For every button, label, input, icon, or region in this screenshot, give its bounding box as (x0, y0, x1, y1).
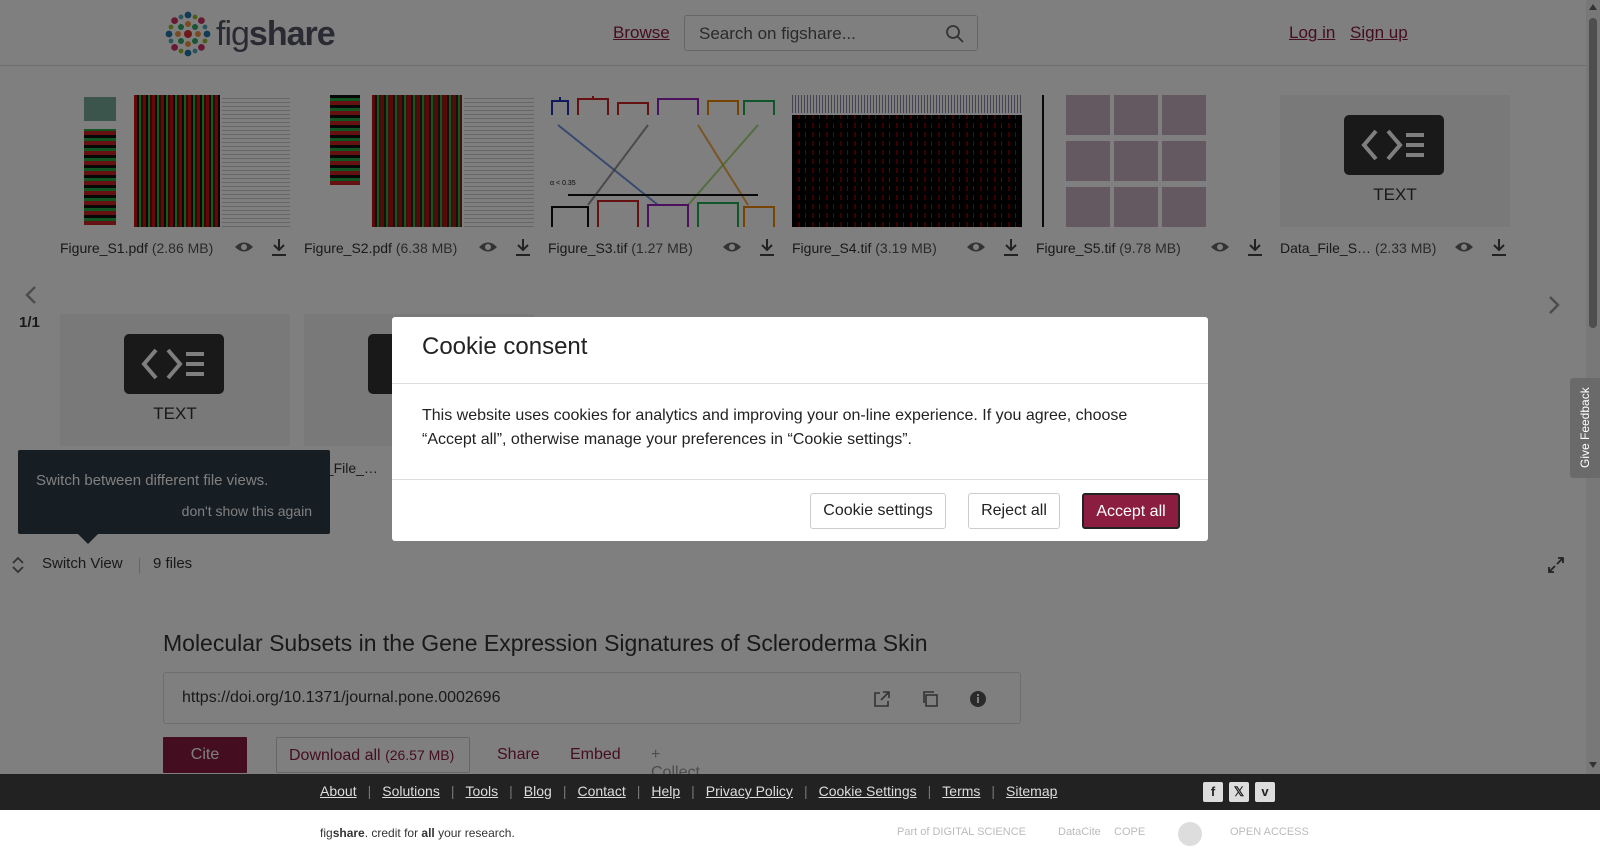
separator: | (991, 783, 996, 799)
footer-link-privacy[interactable]: Privacy Policy (706, 783, 793, 799)
give-feedback-tab[interactable]: Give Feedback (1570, 378, 1600, 478)
divider (392, 383, 1208, 384)
footer-link-blog[interactable]: Blog (524, 783, 552, 799)
footer-link-about[interactable]: About (320, 783, 357, 799)
separator: | (803, 783, 808, 799)
divider (392, 479, 1208, 480)
open-access-logo[interactable]: OPEN ACCESS (1230, 826, 1309, 850)
seal-logo-icon[interactable] (1178, 822, 1202, 846)
footer-link-cookie-settings[interactable]: Cookie Settings (819, 783, 917, 799)
footer-link-solutions[interactable]: Solutions (382, 783, 440, 799)
footer-link-contact[interactable]: Contact (577, 783, 625, 799)
facebook-icon[interactable]: f (1203, 782, 1223, 802)
cope-logo[interactable]: COPE (1114, 826, 1145, 850)
digital-science-logo[interactable]: Part of DIGITAL SCIENCE (897, 826, 1026, 850)
footer-link-help[interactable]: Help (651, 783, 680, 799)
x-twitter-icon[interactable]: 𝕏 (1229, 782, 1249, 802)
vimeo-icon[interactable]: v (1255, 782, 1275, 802)
separator: | (450, 783, 455, 799)
footer-link-sitemap[interactable]: Sitemap (1006, 783, 1057, 799)
feedback-label: Give Feedback (1578, 387, 1592, 468)
dialog-body: This website uses cookies for analytics … (422, 407, 1128, 448)
footer-nav: About | Solutions | Tools | Blog | Contact | … (0, 774, 1600, 810)
footer-tagline: figshare. credit for all your research. (320, 826, 515, 840)
separator: | (562, 783, 567, 799)
dialog-title: Cookie consent (422, 333, 588, 360)
footer-link-terms[interactable]: Terms (942, 783, 980, 799)
separator: | (927, 783, 932, 799)
reject-all-button[interactable]: Reject all (968, 493, 1060, 529)
separator: | (509, 783, 513, 799)
accept-all-button[interactable]: Accept all (1082, 493, 1180, 529)
separator: | (367, 783, 372, 799)
footer-bottom: figshare. credit for all your research. … (0, 810, 1600, 857)
cookie-settings-button[interactable]: Cookie settings (810, 493, 946, 529)
separator: | (636, 783, 641, 799)
footer-links: About | Solutions | Tools | Blog | Contact | … (320, 783, 1057, 799)
separator: | (691, 783, 695, 799)
footer-link-tools[interactable]: Tools (465, 783, 498, 799)
cookie-consent-dialog: Cookie consent This website uses cookies… (392, 317, 1208, 541)
datacite-logo[interactable]: DataCite (1058, 826, 1101, 850)
